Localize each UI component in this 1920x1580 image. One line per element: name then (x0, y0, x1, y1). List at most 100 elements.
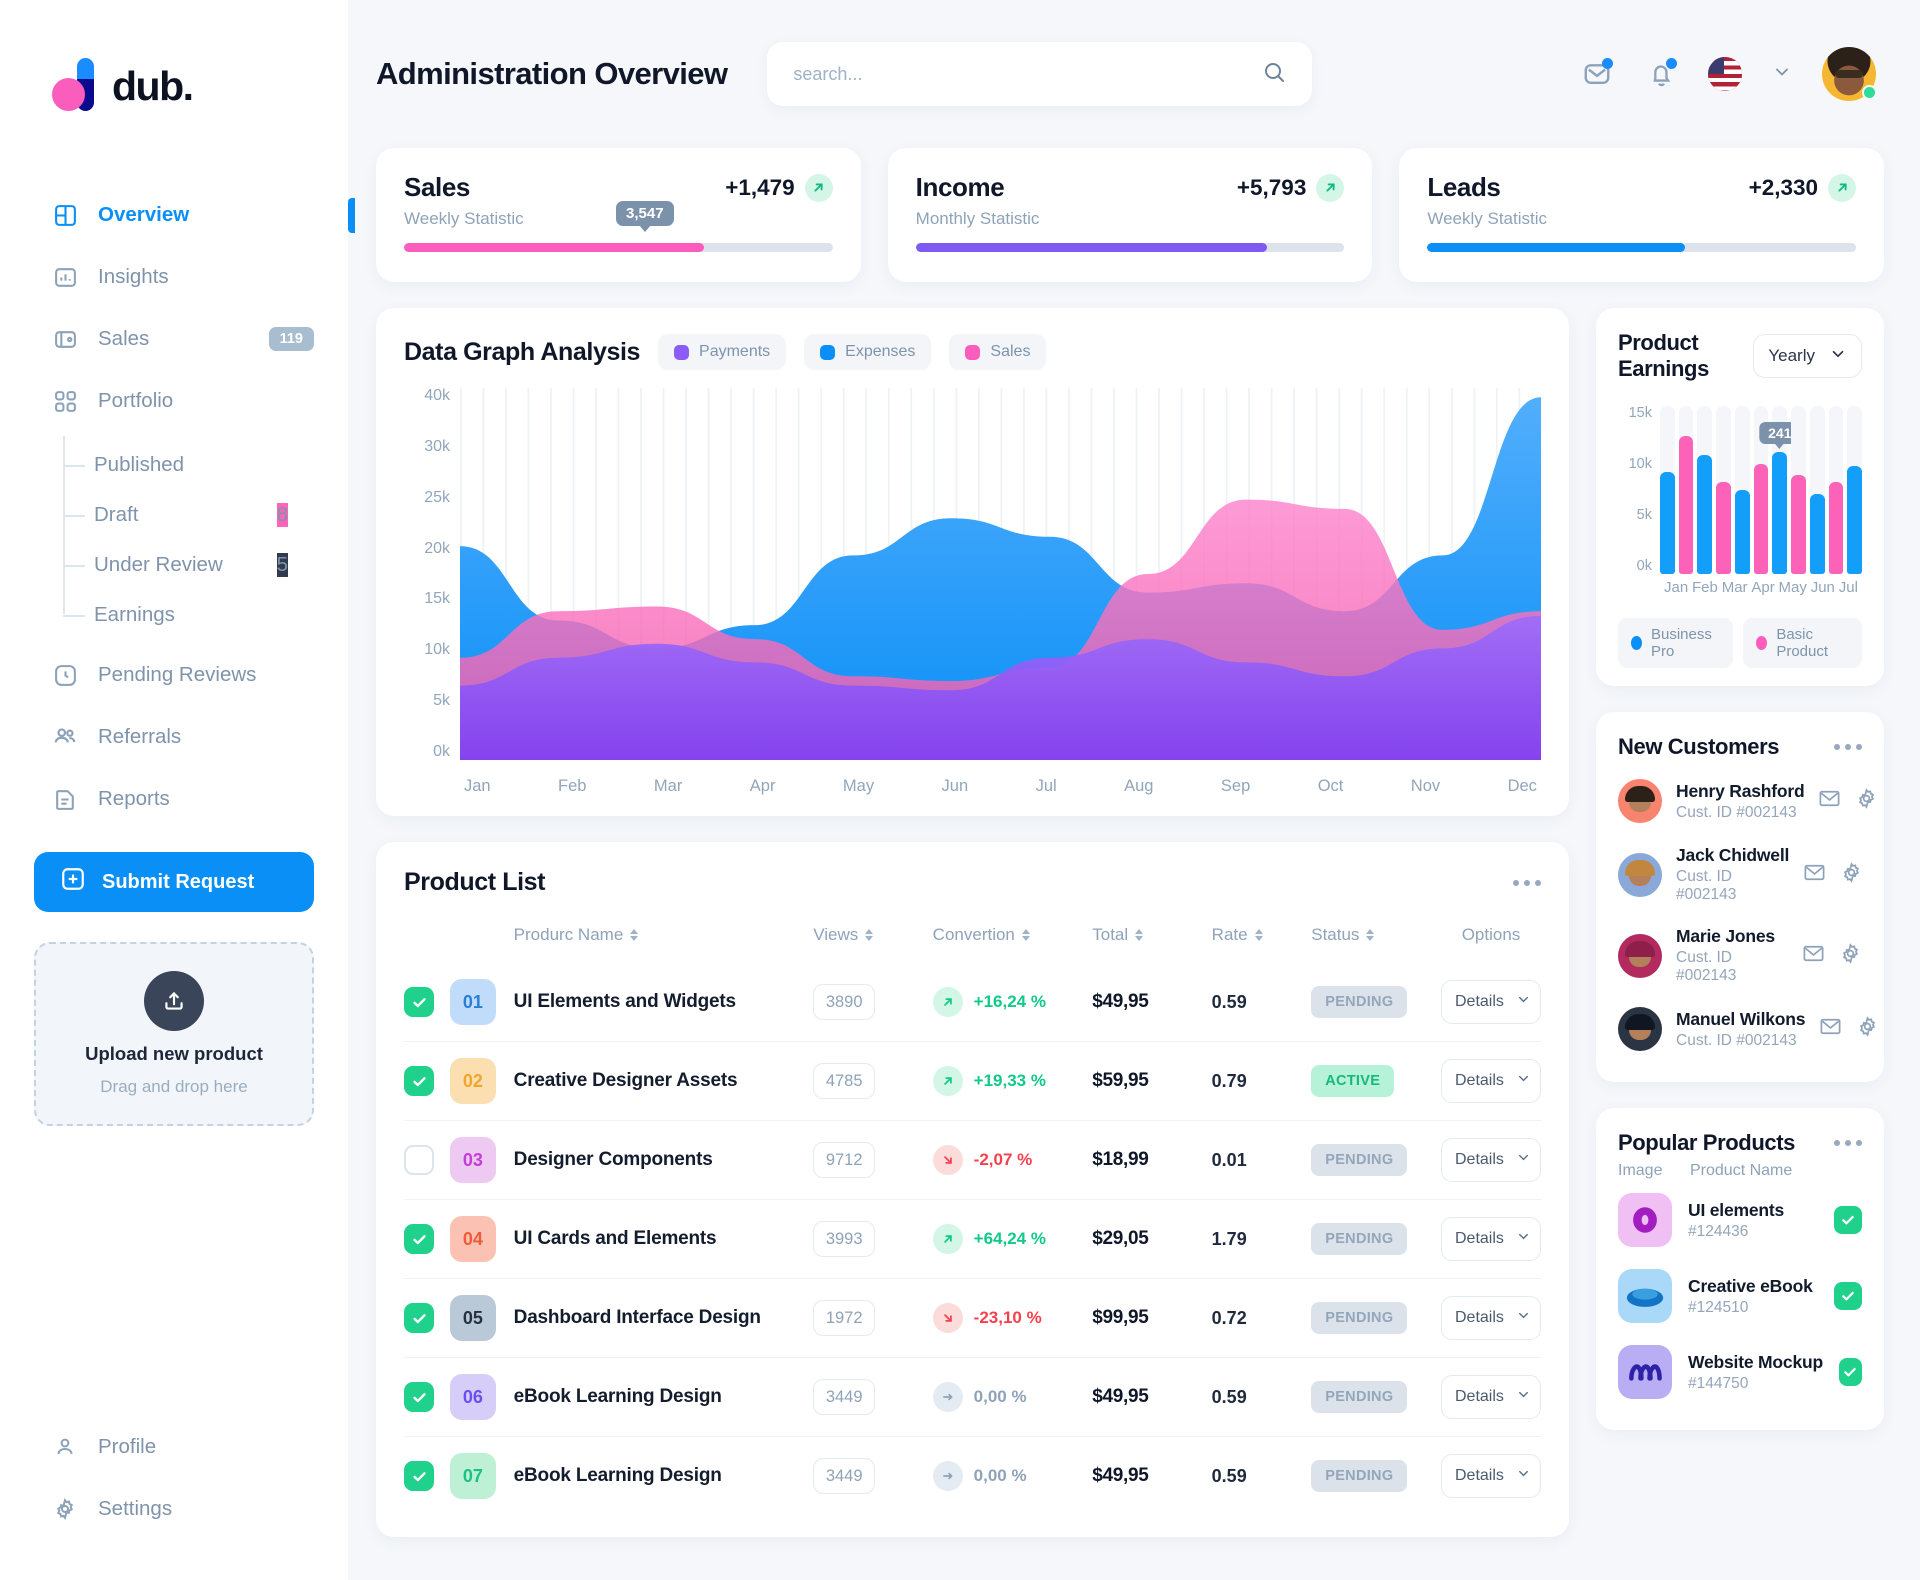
th-views[interactable]: Views (813, 925, 932, 945)
bar-slot[interactable] (1847, 406, 1863, 574)
table-row[interactable]: 04 UI Cards and Elements 3993 +64,24 % $… (404, 1199, 1541, 1279)
bar-basic-product[interactable] (1678, 435, 1694, 574)
details-button[interactable]: Details (1441, 1296, 1541, 1340)
table-row[interactable]: 06 eBook Learning Design 3449 0,00 % $49… (404, 1357, 1541, 1437)
more-options-icon[interactable] (1513, 879, 1541, 886)
th-product-name[interactable]: Produrc Name (514, 925, 814, 945)
popular-product-row[interactable]: Creative eBook #124510 (1618, 1258, 1862, 1334)
bar-slot[interactable]: 241 (1759, 406, 1801, 574)
popular-product-row[interactable]: UI elements #124436 (1618, 1182, 1862, 1258)
legend-payments[interactable]: Payments (658, 334, 787, 370)
table-row[interactable]: 05 Dashboard Interface Design 1972 -23,1… (404, 1278, 1541, 1358)
table-row[interactable]: 03 Designer Components 9712 -2,07 % $18,… (404, 1120, 1541, 1200)
bar-business-pro[interactable] (1660, 472, 1675, 574)
customer-row[interactable]: Jack Chidwell Cust. ID #002143 (1618, 834, 1862, 915)
gear-icon[interactable] (1856, 1015, 1879, 1043)
customer-row[interactable]: Henry Rashford Cust. ID #002143 (1618, 768, 1875, 834)
more-options-icon[interactable] (1834, 744, 1862, 750)
bar-slot[interactable] (1697, 406, 1713, 574)
bar-business-pro[interactable] (1809, 493, 1825, 574)
th-rate[interactable]: Rate (1212, 925, 1312, 945)
sidebar-item-settings[interactable]: Settings (0, 1478, 348, 1540)
row-checkbox[interactable] (404, 1382, 434, 1412)
mail-icon[interactable] (1802, 942, 1825, 970)
mail-icon[interactable] (1803, 861, 1826, 889)
details-button[interactable]: Details (1441, 1375, 1541, 1419)
th-status[interactable]: Status (1311, 925, 1441, 945)
product-check-icon[interactable] (1834, 1206, 1862, 1234)
legend-basic-product[interactable]: Basic Product (1743, 618, 1862, 668)
more-options-icon[interactable] (1834, 1140, 1862, 1146)
gear-icon[interactable] (1839, 942, 1862, 970)
mail-check-icon[interactable] (1580, 57, 1614, 91)
row-checkbox[interactable] (404, 987, 434, 1017)
customer-row[interactable]: Manuel Wilkons Cust. ID #002143 (1618, 996, 1876, 1062)
bar-slot[interactable] (1809, 406, 1825, 574)
us-flag-icon[interactable] (1708, 57, 1742, 91)
bar-slot[interactable] (1791, 406, 1806, 574)
avatar[interactable] (1822, 47, 1877, 101)
legend-sales[interactable]: Sales (949, 334, 1047, 370)
details-button[interactable]: Details (1441, 1217, 1541, 1261)
bell-icon[interactable] (1644, 57, 1678, 91)
bar-basic-product[interactable] (1828, 482, 1844, 574)
sidebar-item-profile[interactable]: Profile (0, 1416, 348, 1478)
bar-slot[interactable] (1716, 406, 1731, 574)
bar-business-pro[interactable]: 241 (1759, 421, 1801, 574)
sidebar-subitem-earnings[interactable]: Earnings (62, 590, 348, 640)
sidebar-item-reports[interactable]: Reports (0, 768, 348, 830)
legend-color-dot (674, 344, 690, 360)
bar-basic-product[interactable] (1716, 482, 1731, 574)
bar-slot[interactable] (1828, 406, 1844, 574)
customer-row[interactable]: Marie Jones Cust. ID #002143 (1618, 915, 1862, 996)
search-input[interactable] (793, 63, 1263, 85)
details-button[interactable]: Details (1441, 1454, 1541, 1498)
popular-product-row[interactable]: Website Mockup #144750 (1618, 1334, 1862, 1410)
table-row[interactable]: 07 eBook Learning Design 3449 0,00 % $49… (404, 1436, 1541, 1515)
legend-business-pro[interactable]: Business Pro (1618, 618, 1734, 668)
mail-icon[interactable] (1819, 1015, 1842, 1043)
th-total[interactable]: Total (1092, 925, 1211, 945)
brand[interactable]: dub. (0, 34, 348, 126)
row-checkbox[interactable] (404, 1303, 434, 1333)
row-checkbox[interactable] (404, 1066, 434, 1096)
row-checkbox[interactable] (404, 1145, 434, 1175)
bar-slot[interactable] (1660, 406, 1675, 574)
bar-basic-product[interactable] (1753, 464, 1769, 574)
details-button[interactable]: Details (1441, 1059, 1541, 1103)
legend-expenses[interactable]: Expenses (804, 334, 932, 370)
submit-request-button[interactable]: Submit Request (34, 852, 314, 912)
period-select[interactable]: Yearly (1753, 334, 1862, 378)
sidebar-item-sales[interactable]: Sales 119 (0, 308, 348, 370)
sidebar-item-referrals[interactable]: Referrals (0, 706, 348, 768)
row-checkbox[interactable] (404, 1224, 434, 1254)
chevron-down-icon[interactable] (1772, 62, 1792, 87)
product-check-icon[interactable] (1838, 1358, 1862, 1386)
th-conversion[interactable]: Convertion (933, 925, 1093, 945)
bar-slot[interactable] (1678, 406, 1694, 574)
details-button[interactable]: Details (1441, 1138, 1541, 1182)
table-row[interactable]: 01 UI Elements and Widgets 3890 +16,24 %… (404, 963, 1541, 1042)
bar-business-pro[interactable] (1697, 454, 1713, 574)
product-check-icon[interactable] (1834, 1282, 1862, 1310)
bar-business-pro[interactable] (1847, 466, 1863, 574)
sidebar-item-overview[interactable]: Overview (0, 184, 355, 246)
bar-slot[interactable] (1734, 406, 1750, 574)
upload-dropzone[interactable]: Upload new product Drag and drop here (34, 942, 314, 1126)
mail-icon[interactable] (1818, 787, 1841, 815)
sidebar-item-pending-reviews[interactable]: Pending Reviews (0, 644, 348, 706)
sidebar-subitem-draft[interactable]: Draft 8 (62, 490, 348, 540)
sidebar-item-portfolio[interactable]: Portfolio (0, 370, 348, 432)
bar-basic-product[interactable] (1791, 475, 1806, 574)
search-box[interactable] (767, 42, 1313, 106)
gear-icon[interactable] (1840, 861, 1863, 889)
sidebar-subitem-published[interactable]: Published (62, 440, 348, 490)
table-row[interactable]: 02 Creative Designer Assets 4785 +19,33 … (404, 1041, 1541, 1121)
bar-business-pro[interactable] (1734, 489, 1750, 574)
sidebar-subitem-under-review[interactable]: Under Review 5 (62, 540, 348, 590)
sidebar-item-insights[interactable]: Insights (0, 246, 348, 308)
details-button[interactable]: Details (1441, 980, 1541, 1024)
row-checkbox[interactable] (404, 1461, 434, 1491)
gear-icon[interactable] (1855, 787, 1878, 815)
search-icon[interactable] (1262, 60, 1286, 89)
